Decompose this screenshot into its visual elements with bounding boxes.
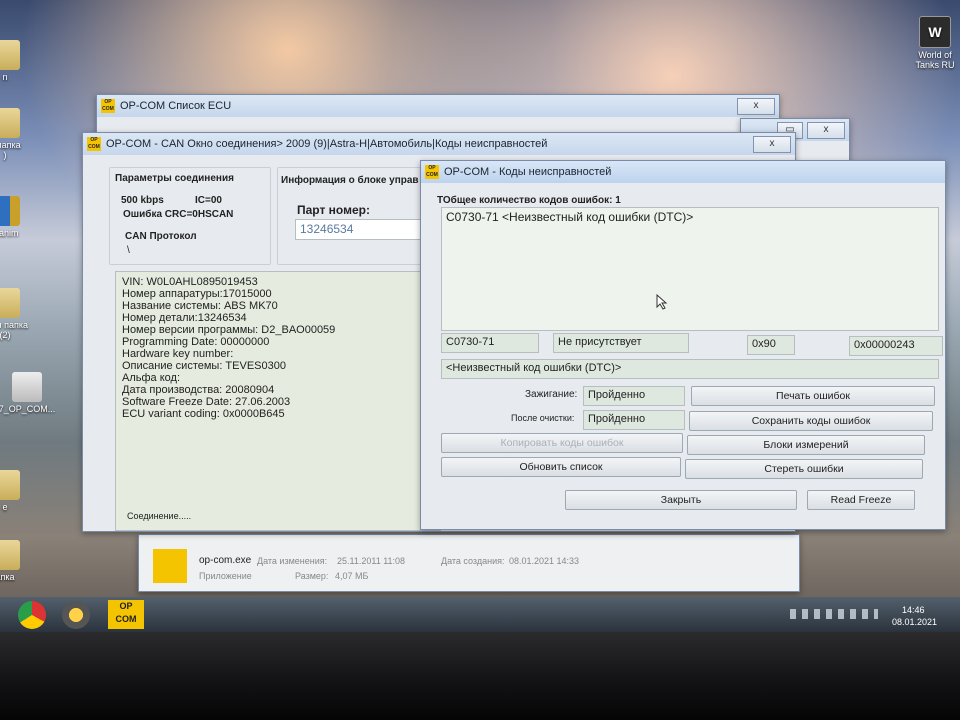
tray-time: 14:46	[902, 605, 925, 615]
op-com-logo-icon: OP COM	[425, 165, 439, 179]
background-window-close-button[interactable]: x	[807, 121, 845, 139]
ecu-info-line: Дата производства: 20080904	[122, 384, 275, 396]
dtc-state-field: Не присутствует	[553, 333, 689, 353]
speed-value: 500 kbps	[121, 195, 164, 206]
measurement-blocks-button[interactable]: Блоки измерений	[687, 435, 925, 455]
desktop-icon-3[interactable]: otanim	[0, 196, 40, 238]
after-clear-value: Пройденно	[583, 410, 685, 430]
folder-icon	[0, 108, 20, 138]
can-titlebar[interactable]: OP COM OP-COM - CAN Окно соединения> 2009…	[83, 133, 795, 155]
refresh-list-button[interactable]: Обновить список	[441, 457, 681, 477]
dtc-description-field: <Неизвестный код ошибки (DTC)>	[441, 359, 939, 379]
desktop-icon-6[interactable]: e	[0, 470, 40, 512]
desktop-icon-5[interactable]: 7_OP_COM...	[0, 372, 62, 414]
copy-errors-button: Копировать коды ошибок	[441, 433, 683, 453]
taskbar: OP COM 14:46 08.01.2021	[0, 597, 960, 632]
can-protocol: CAN Протокол	[125, 231, 197, 242]
dtc-code-field: C0730-71	[441, 333, 539, 353]
monitor-bezel	[0, 632, 960, 720]
file-app-icon	[153, 549, 187, 583]
ecu-info-line: Номер версии программы: D2_BAO00059	[122, 324, 336, 336]
dtc-window[interactable]: OP COM OP-COM - Коды неисправностей ТОбще…	[420, 160, 946, 530]
ignition-value: Пройденно	[583, 386, 685, 406]
ecu-info-line: Альфа код:	[122, 372, 180, 384]
file-created-value: 08.01.2021 14:33	[509, 556, 580, 566]
zip-folder-icon	[12, 372, 42, 402]
ecu-info-line: Описание системы: TEVES0300	[122, 360, 286, 372]
file-modified-value: 25.11.2011 11:08	[337, 556, 406, 566]
can-window-title: OP-COM - CAN Окно соединения> 2009 (9)|A…	[106, 138, 548, 150]
ecu-info-line: Номер детали:13246534	[122, 312, 247, 324]
close-button[interactable]: Закрыть	[565, 490, 797, 510]
file-created-label: Дата создания:	[441, 556, 505, 566]
file-info-window: op-com.exe Дата изменения: 25.11.2011 11…	[138, 534, 800, 592]
op-com-taskbar-button[interactable]: OP COM	[108, 600, 144, 629]
desktop-icon-4[interactable]: овая папка (2)	[0, 288, 40, 340]
file-type: Приложение	[199, 571, 252, 581]
world-of-tanks-icon: W	[919, 16, 951, 48]
read-freeze-button[interactable]: Read Freeze	[807, 490, 915, 510]
ecu-list-close-button[interactable]: x	[737, 97, 775, 115]
dtc-total-label: ТОбщее количество кодов ошибок: 1	[437, 195, 621, 206]
dtc-titlebar[interactable]: OP COM OP-COM - Коды неисправностей	[421, 161, 945, 183]
erase-errors-button[interactable]: Стереть ошибки	[685, 459, 923, 479]
crc-error: Ошибка CRC=0HSCAN	[123, 209, 234, 220]
ecu-info-line: Номер аппаратуры:17015000	[122, 288, 272, 300]
folder-icon	[0, 470, 20, 500]
desktop-icon-1[interactable]: n	[0, 40, 40, 82]
part-number-label: Парт номер:	[297, 203, 370, 217]
dtc-hex1-field: 0x90	[747, 335, 795, 355]
winrar-icon	[0, 196, 20, 226]
ecu-info-line: ECU variant coding: 0x0000B645	[122, 408, 285, 420]
file-name: op-com.exe	[199, 555, 252, 566]
chrome-icon[interactable]	[18, 601, 46, 629]
print-errors-button[interactable]: Печать ошибок	[691, 386, 935, 406]
desktop-icon-world-of-tanks[interactable]: W World of Tanks RU	[905, 16, 960, 70]
connection-params-title: Параметры соединения	[115, 173, 234, 184]
ecu-info-box: VIN: W0L0AHL0895019453 Номер аппаратуры:…	[115, 271, 441, 531]
dtc-list[interactable]: C0730-71 <Неизвестный код ошибки (DTC)>	[441, 207, 939, 331]
op-com-logo-icon: OP COM	[87, 137, 101, 151]
file-modified-label: Дата изменения:	[257, 556, 328, 566]
system-tray-icons	[790, 609, 878, 619]
ic-value: IC=00	[195, 195, 222, 206]
desktop-icon-2[interactable]: я папка )	[0, 108, 40, 160]
ecu-info-line: Название системы: ABS MK70	[122, 300, 278, 312]
block-info-title: Информация о блоке управ	[281, 175, 419, 186]
file-size-value: 4,07 МБ	[335, 571, 369, 581]
connection-status: Соединение.....	[127, 511, 192, 521]
folder-icon	[0, 40, 20, 70]
ecu-list-titlebar[interactable]: OP COM OP-COM Список ECU x	[97, 95, 779, 117]
folder-icon	[0, 540, 20, 570]
ecu-info-line: Programming Date: 00000000	[122, 336, 270, 348]
file-size-label: Размер:	[295, 571, 329, 581]
part-number-field: 13246534	[295, 219, 429, 240]
launcher-icon[interactable]	[62, 601, 90, 629]
after-clear-label: После очистки:	[511, 413, 575, 423]
can-close-button[interactable]: x	[753, 135, 791, 153]
ecu-info-line: Software Freeze Date: 27.06.2003	[122, 396, 291, 408]
op-com-logo-icon: OP COM	[101, 99, 115, 113]
ecu-list-title: OP-COM Список ECU	[120, 100, 232, 112]
tray-date: 08.01.2021	[892, 617, 938, 627]
screen: n я папка ) otanim овая папка (2) 7_OP_C…	[0, 0, 960, 632]
dtc-window-title: OP-COM - Коды неисправностей	[444, 166, 612, 178]
save-errors-button[interactable]: Сохранить коды ошибок	[689, 411, 933, 431]
mouse-cursor-icon	[656, 294, 668, 310]
protocol-extra: \	[127, 245, 130, 256]
ecu-info-line: VIN: W0L0AHL0895019453	[122, 276, 258, 288]
dtc-hex2-field: 0x00000243	[849, 336, 943, 356]
ecu-info-line: Hardware key number:	[122, 348, 234, 360]
folder-icon	[0, 288, 20, 318]
dtc-list-item[interactable]: C0730-71 <Неизвестный код ошибки (DTC)>	[446, 210, 934, 224]
desktop-icon-7[interactable]: апка	[0, 540, 40, 582]
ignition-label: Зажигание:	[525, 389, 578, 400]
